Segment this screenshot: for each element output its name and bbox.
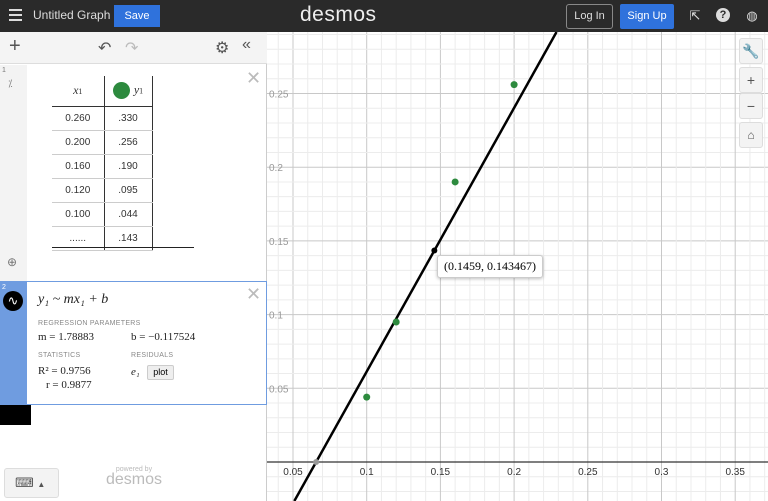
close-icon[interactable]: ✕ bbox=[246, 68, 261, 89]
x-cell[interactable]: 0.260 bbox=[52, 106, 104, 131]
point-tooltip: (0.1459, 0.143467) bbox=[437, 255, 543, 278]
collapse-icon[interactable]: « bbox=[242, 36, 251, 54]
globe-icon[interactable]: ◍ bbox=[744, 8, 760, 24]
y-tick-label: 0.15 bbox=[269, 237, 289, 248]
zoom-fit-icon[interactable]: ⊕ bbox=[7, 255, 17, 269]
x-tick-label: 0.3 bbox=[655, 467, 669, 478]
x-cell[interactable]: 0.160 bbox=[52, 154, 104, 179]
residuals-label: RESIDUALS bbox=[131, 352, 174, 359]
menu-icon[interactable] bbox=[9, 9, 22, 21]
share-icon[interactable]: ⇱ bbox=[687, 8, 703, 24]
signup-button[interactable]: Sign Up bbox=[620, 4, 674, 29]
x-tick-label: 0.1 bbox=[360, 467, 374, 478]
home-button[interactable]: ⌂ bbox=[739, 122, 763, 148]
data-point bbox=[363, 393, 371, 401]
x-cell[interactable]: 0.120 bbox=[52, 178, 104, 203]
table-row: 0.120.095 bbox=[52, 178, 194, 203]
zoom-in-button[interactable]: + bbox=[739, 67, 763, 93]
x-tick-label: 0.15 bbox=[431, 467, 451, 478]
table-row: 0.260.330 bbox=[52, 106, 194, 131]
table-row: 0.100.044 bbox=[52, 202, 194, 227]
wrench-icon[interactable]: 🔧 bbox=[739, 38, 763, 64]
regression-formula[interactable]: y₁ ~ mx₁ + b bbox=[38, 292, 108, 308]
param-m: m = 1.78883 bbox=[38, 331, 95, 343]
table-row: 0.160.190 bbox=[52, 154, 194, 179]
header-y1[interactable]: y1 bbox=[103, 76, 153, 107]
r-squared: R² = 0.9756 bbox=[38, 365, 91, 377]
zoom-out-button[interactable]: − bbox=[739, 93, 763, 119]
y-tick-label: 0.25 bbox=[269, 90, 289, 101]
param-b: b = −0.117524 bbox=[131, 331, 196, 343]
x-intercept-point bbox=[313, 459, 320, 465]
y-cell[interactable]: .095 bbox=[103, 178, 153, 203]
x-cell[interactable]: 0.100 bbox=[52, 202, 104, 227]
points-style-icon[interactable] bbox=[112, 82, 130, 100]
x-cell[interactable]: 0.200 bbox=[52, 130, 104, 155]
panel-toolbar: + ↶ ↷ ⚙ « bbox=[0, 32, 267, 64]
regression-gutter: 2 ∿ bbox=[0, 282, 27, 405]
params-label: REGRESSION PARAMETERS bbox=[38, 320, 141, 327]
y-tick-label: 0.2 bbox=[269, 163, 283, 174]
data-point bbox=[510, 81, 518, 89]
powered-by-brand: desmos bbox=[105, 471, 163, 488]
table-icon: ⁒ bbox=[8, 79, 13, 90]
black-block bbox=[0, 405, 31, 425]
r-value: r = 0.9877 bbox=[46, 379, 92, 391]
table-row: 0.200.256 bbox=[52, 130, 194, 155]
regression-icon: ∿ bbox=[3, 291, 23, 311]
residual-variable: e₁ bbox=[131, 366, 140, 378]
undo-icon[interactable]: ↶ bbox=[98, 38, 111, 58]
data-point bbox=[392, 318, 400, 326]
keyboard-icon: ⌨ bbox=[15, 475, 34, 490]
graph-title[interactable]: Untitled Graph bbox=[33, 8, 110, 22]
header-x1[interactable]: x1 bbox=[52, 76, 104, 107]
expression-panel: + ↶ ↷ ⚙ « 1 ⁒ ⊕ ✕ x1 y1 0.260.330 0.200.2… bbox=[0, 32, 267, 501]
x-tick-label: 0.2 bbox=[507, 467, 521, 478]
y-cell[interactable]: .256 bbox=[103, 130, 153, 155]
data-table: x1 y1 0.260.330 0.200.256 0.160.190 0.120.0… bbox=[52, 76, 194, 251]
redo-icon[interactable]: ↷ bbox=[125, 38, 138, 58]
help-icon[interactable]: ? bbox=[716, 8, 730, 22]
x-tick-label: 0.35 bbox=[725, 467, 745, 478]
table-bottom-rule bbox=[52, 247, 194, 248]
save-button[interactable]: Save bbox=[114, 5, 160, 27]
regression-expression[interactable]: 2 ∿ ✕ y₁ ~ mx₁ + b REGRESSION PARAMETERS… bbox=[0, 281, 267, 405]
close-icon[interactable]: ✕ bbox=[246, 284, 261, 305]
statistics-label: STATISTICS bbox=[38, 352, 81, 359]
desmos-logo: desmos bbox=[300, 3, 377, 26]
expression-index: 2 bbox=[2, 284, 6, 291]
y-cell[interactable]: .190 bbox=[103, 154, 153, 179]
settings-icon[interactable]: ⚙ bbox=[215, 38, 229, 58]
x-tick-label: 0.25 bbox=[578, 467, 598, 478]
highlighted-point bbox=[431, 247, 438, 254]
add-icon[interactable]: + bbox=[9, 35, 21, 58]
y-cell[interactable]: .044 bbox=[103, 202, 153, 227]
x-tick-label: 0.05 bbox=[283, 467, 303, 478]
login-button[interactable]: Log In bbox=[566, 4, 613, 29]
y-tick-label: 0.1 bbox=[269, 311, 283, 322]
table-gutter: 1 ⁒ ⊕ bbox=[0, 65, 27, 281]
y-cell[interactable]: .330 bbox=[103, 106, 153, 131]
powered-by[interactable]: powered by desmos bbox=[104, 466, 164, 488]
top-bar: Untitled Graph Save desmos Log In Sign U… bbox=[0, 0, 768, 32]
keyboard-toggle[interactable]: ⌨ ▲ bbox=[4, 468, 59, 498]
plot-residuals-button[interactable]: plot bbox=[147, 365, 174, 380]
y-tick-label: 0.05 bbox=[269, 384, 289, 395]
data-point bbox=[451, 178, 459, 186]
caret-up-icon: ▲ bbox=[37, 480, 46, 489]
expression-index: 1 bbox=[2, 67, 6, 74]
